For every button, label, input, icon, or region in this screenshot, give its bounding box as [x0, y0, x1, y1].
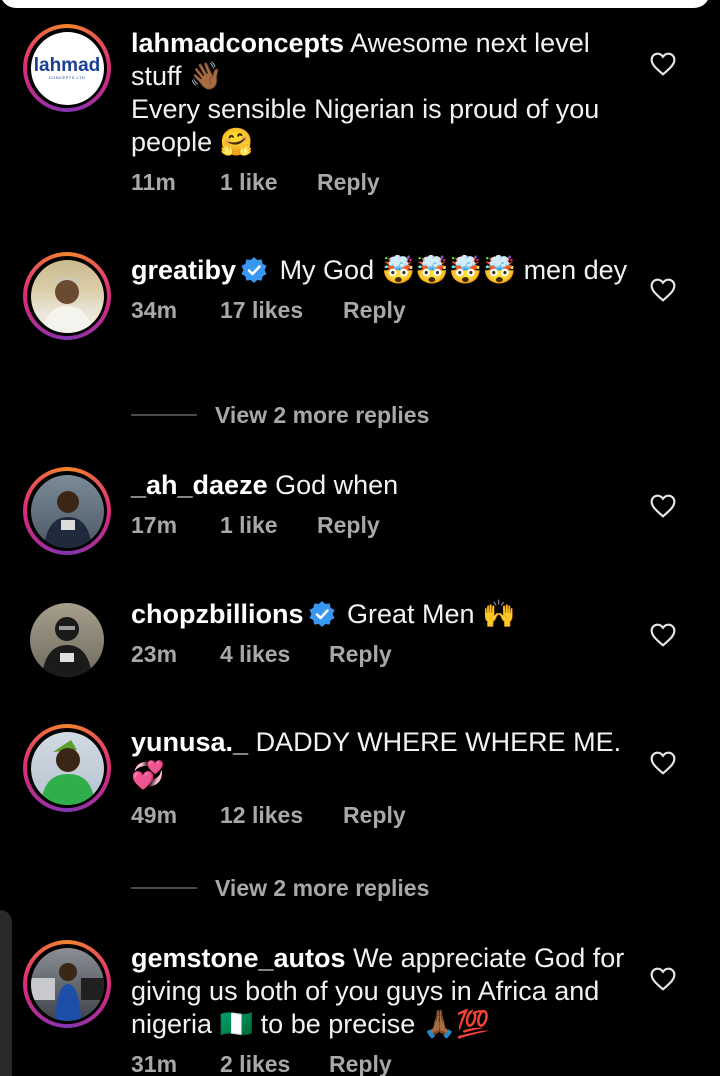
comment-likes[interactable]: 17 likes — [220, 297, 303, 324]
avatar-story-ring[interactable] — [23, 252, 111, 340]
comment-text: My God 🤯🤯🤯🤯 men dey — [279, 255, 628, 285]
reply-button[interactable]: Reply — [317, 512, 380, 539]
comment-text: God when — [275, 470, 399, 500]
comment-time: 49m — [131, 802, 178, 828]
comment-username[interactable]: chopzbillions — [131, 599, 304, 629]
scroll-edge — [0, 910, 12, 1076]
avatar-story-ring[interactable]: lahmad CONCEPTS LTD — [23, 24, 111, 112]
heart-outline-icon[interactable] — [650, 967, 676, 991]
comment-username[interactable]: yunusa._ — [131, 727, 248, 757]
avatar-story-ring[interactable] — [23, 467, 111, 555]
comment-time: 23m — [131, 641, 178, 667]
previous-post-card — [0, 0, 710, 8]
comment-likes[interactable]: 2 likes — [220, 1051, 290, 1076]
reply-button[interactable]: Reply — [317, 169, 380, 196]
avatar-logo-text: lahmad — [33, 54, 101, 76]
comment-username[interactable]: _ah_daeze — [131, 470, 268, 500]
comment-likes[interactable]: 1 like — [220, 169, 278, 196]
avatar — [30, 474, 104, 548]
reply-button[interactable]: Reply — [329, 1051, 392, 1076]
view-more-replies-label[interactable]: View 2 more replies — [215, 875, 429, 902]
heart-outline-icon[interactable] — [650, 751, 676, 775]
comment-likes[interactable]: 12 likes — [220, 802, 303, 829]
verified-badge-icon — [241, 257, 267, 283]
avatar-story-ring[interactable] — [23, 724, 111, 812]
avatar — [30, 731, 104, 805]
comment-time: 17m — [131, 512, 178, 538]
heart-outline-icon[interactable] — [650, 278, 676, 302]
comment-time: 11m — [131, 169, 176, 195]
avatar — [30, 603, 104, 677]
heart-outline-icon[interactable] — [650, 52, 676, 76]
reply-button[interactable]: Reply — [343, 802, 406, 829]
comment-username[interactable]: lahmadconcepts — [131, 28, 344, 58]
comment-username[interactable]: greatiby — [131, 255, 236, 285]
view-more-replies[interactable]: View 2 more replies — [131, 400, 429, 430]
comment-likes[interactable]: 1 like — [220, 512, 278, 539]
heart-outline-icon[interactable] — [650, 623, 676, 647]
comment-text: Great Men 🙌 — [347, 599, 516, 629]
reply-button[interactable]: Reply — [329, 641, 392, 668]
comment-text-line2: Every sensible Nigerian is proud of you … — [131, 94, 600, 157]
avatar-frame[interactable] — [23, 596, 111, 684]
reply-thread-line — [131, 887, 197, 889]
view-more-replies-label[interactable]: View 2 more replies — [215, 402, 429, 429]
avatar — [30, 259, 104, 333]
comment-username[interactable]: gemstone_autos — [131, 943, 346, 973]
reply-thread-line — [131, 414, 197, 416]
view-more-replies[interactable]: View 2 more replies — [131, 873, 429, 903]
comment-time: 34m — [131, 297, 178, 323]
avatar: lahmad CONCEPTS LTD — [30, 31, 104, 105]
heart-outline-icon[interactable] — [650, 494, 676, 518]
comment-time: 31m — [131, 1051, 178, 1076]
avatar-story-ring[interactable] — [23, 940, 111, 1028]
avatar — [30, 947, 104, 1021]
avatar-logo-subtext: CONCEPTS LTD — [48, 74, 86, 80]
reply-button[interactable]: Reply — [343, 297, 406, 324]
comment-likes[interactable]: 4 likes — [220, 641, 290, 668]
verified-badge-icon — [309, 601, 334, 627]
